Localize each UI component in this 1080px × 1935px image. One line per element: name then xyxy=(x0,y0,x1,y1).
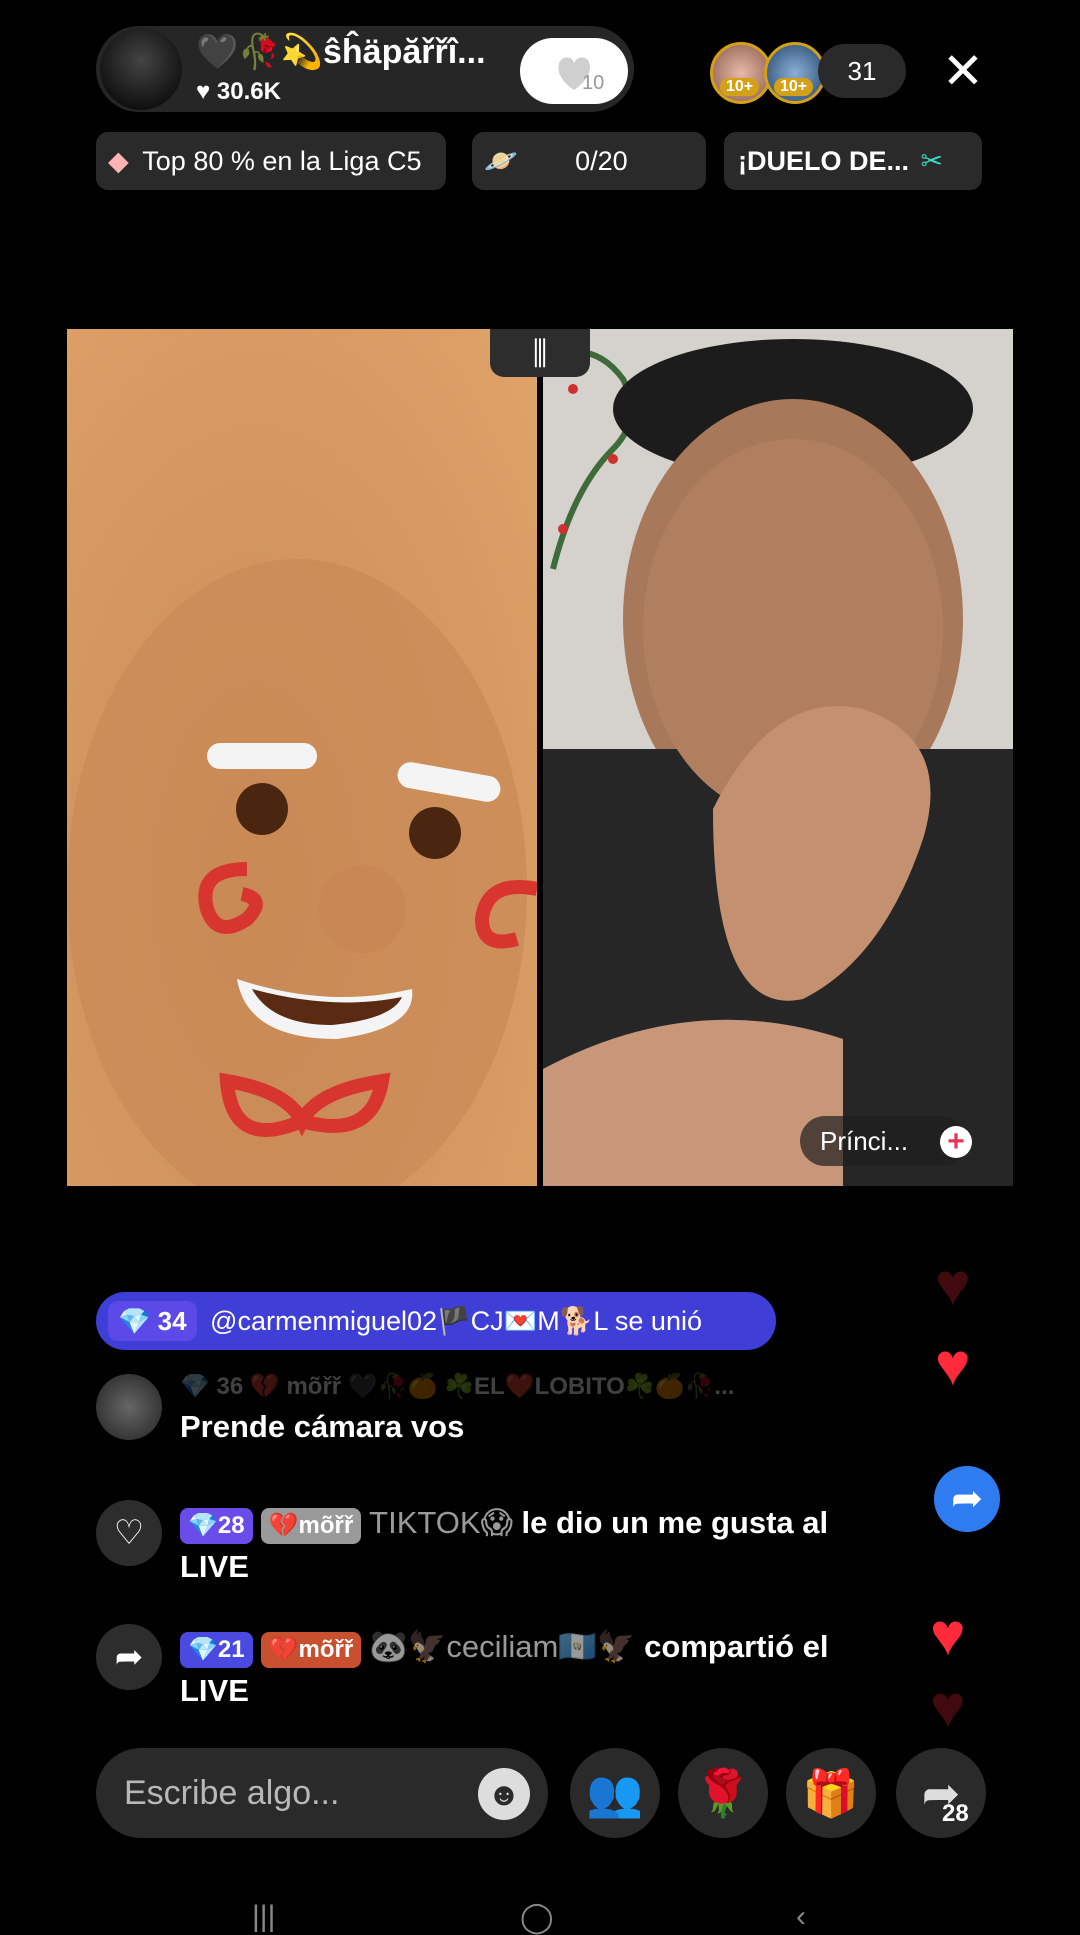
comment-user[interactable]: TIKTOK😱 xyxy=(369,1505,513,1540)
comment-text-2: LIVE xyxy=(180,1549,249,1584)
gem-badge: 💎21 xyxy=(180,1632,253,1668)
league-label: Top 80 % en la Liga C5 xyxy=(142,146,422,176)
nav-recents-icon[interactable]: ||| xyxy=(252,1900,275,1934)
goal-chip[interactable]: 🪐 0/20 xyxy=(472,132,706,190)
share-icon: ➦ xyxy=(96,1624,162,1690)
host-likes: ♥ 30.6K xyxy=(196,78,281,105)
comment-user[interactable]: 🐼🦅ceciliam🇬🇹🦅 xyxy=(369,1629,635,1664)
host-name[interactable]: 🖤🥀💫ŝĥäpăřřî... xyxy=(196,32,486,72)
nav-back-icon[interactable]: ‹ xyxy=(796,1900,806,1934)
goal-progress: 0/20 xyxy=(575,146,628,176)
floating-heart-icon: ♥ xyxy=(930,1601,966,1668)
comment-text-2: LIVE xyxy=(180,1673,249,1708)
league-chip[interactable]: ◆ Top 80 % en la Liga C5 xyxy=(96,132,446,190)
gem-badge: 💎 34 xyxy=(108,1301,197,1341)
close-icon[interactable]: ✕ xyxy=(942,46,984,96)
floating-heart-icon: ♥ xyxy=(935,1251,971,1318)
emoji-icon[interactable]: ☻ xyxy=(478,1768,530,1820)
share-arrow-icon[interactable]: ➦ xyxy=(934,1466,1000,1532)
gem-badge: 💎28 xyxy=(180,1508,253,1544)
comment-avatar[interactable] xyxy=(96,1374,162,1440)
follow-count: 10 xyxy=(582,72,605,94)
comment-header-faded: 💎 36 💔 mõřř 🖤🥀🍊 ☘️EL❤️LOBITO☘️🍊🥀... xyxy=(180,1373,735,1400)
heart-outline-icon xyxy=(558,57,591,90)
viewer-badge-1: 10+ xyxy=(720,78,760,96)
floating-heart-icon: ♥ xyxy=(935,1331,971,1398)
fan-badge: 💔mõřř xyxy=(260,1508,362,1544)
comment-line: 💎21 💔mõřř 🐼🦅ceciliam🇬🇹🦅 compartió el xyxy=(180,1624,829,1670)
right-stream-video[interactable] xyxy=(543,329,1013,1186)
fan-badge: 💔mõřř xyxy=(260,1632,362,1668)
rose-gift-button[interactable]: 🌹 xyxy=(678,1748,768,1838)
nav-home-icon[interactable]: ◯ xyxy=(520,1900,554,1935)
host-avatar[interactable] xyxy=(100,28,182,110)
follow-button[interactable] xyxy=(520,38,628,104)
planet-icon: 🪐 xyxy=(484,146,518,176)
battle-label: ¡DUELO DE... xyxy=(738,146,910,176)
multi-guest-button[interactable]: 👥 xyxy=(570,1748,660,1838)
guest-camera-frame xyxy=(543,329,1013,1186)
like-heart-icon: ♡ xyxy=(96,1500,162,1566)
share-button[interactable]: ➦ xyxy=(896,1748,986,1838)
pause-bars-icon: ⫼ xyxy=(532,335,548,371)
comment-text: compartió el xyxy=(644,1629,829,1664)
comment-text: le dio un me gusta al xyxy=(521,1505,829,1540)
share-count: 28 xyxy=(942,1800,969,1827)
battle-divider-handle[interactable]: ⫼ xyxy=(490,329,590,377)
left-stream-video[interactable] xyxy=(67,329,537,1186)
comment-line: 💎28 💔mõřř TIKTOK😱 le dio un me gusta al xyxy=(180,1500,828,1546)
join-banner: 💎 34 @carmenmiguel02🏴CJ💌M🐕L se unió xyxy=(96,1292,776,1350)
battle-icon: ✂ xyxy=(920,146,944,176)
gift-icon[interactable]: 🎁 xyxy=(786,1748,876,1838)
follow-guest-button[interactable]: + xyxy=(940,1126,972,1158)
diamond-icon: ◆ xyxy=(108,146,129,176)
viewer-badge-2: 10+ xyxy=(774,78,814,96)
battle-chip[interactable]: ¡DUELO DE... ✂ xyxy=(724,132,982,190)
join-text: @carmenmiguel02🏴CJ💌M🐕L se unió xyxy=(210,1306,702,1336)
floating-heart-icon: ♥ xyxy=(930,1673,966,1740)
comment-text: Prende cámara vos xyxy=(180,1409,465,1444)
viewer-count[interactable]: 31 xyxy=(818,44,906,98)
gingerbread-face xyxy=(67,559,537,1186)
